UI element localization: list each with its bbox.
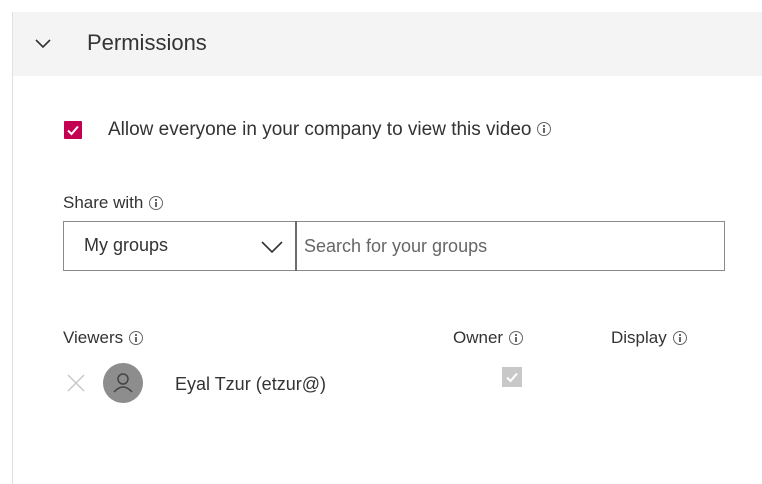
viewers-header: Viewers xyxy=(63,328,144,348)
owner-checkbox xyxy=(502,367,522,387)
allow-everyone-checkbox[interactable] xyxy=(64,121,82,139)
chevron-down-icon[interactable] xyxy=(33,34,53,54)
section-title: Permissions xyxy=(87,30,207,55)
permissions-panel: Permissions Allow everyone in your compa… xyxy=(12,12,762,484)
viewer-name: Eyal Tzur (etzur@) xyxy=(175,374,326,394)
display-label: Display xyxy=(611,328,667,347)
allow-everyone-row: Allow everyone in your company to view t… xyxy=(108,119,552,141)
owner-header: Owner xyxy=(453,328,524,348)
avatar xyxy=(103,363,143,403)
close-icon[interactable] xyxy=(66,373,86,393)
info-icon[interactable] xyxy=(149,195,164,210)
allow-everyone-label[interactable]: Allow everyone in your company to view t… xyxy=(108,119,531,140)
info-icon[interactable] xyxy=(537,121,552,136)
person-icon xyxy=(113,373,133,393)
info-icon[interactable] xyxy=(672,330,687,345)
info-icon[interactable] xyxy=(129,330,144,345)
share-with-label: Share with xyxy=(63,193,144,212)
input-divider xyxy=(295,221,297,271)
chevron-down-icon xyxy=(260,239,284,255)
group-search-input[interactable] xyxy=(296,221,725,271)
share-with-row: Share with xyxy=(63,193,164,213)
display-header: Display xyxy=(611,328,687,348)
dropdown-selected-value: My groups xyxy=(84,235,169,255)
viewers-label: Viewers xyxy=(63,328,124,347)
owner-label: Owner xyxy=(453,328,504,347)
group-type-dropdown[interactable]: My groups xyxy=(63,221,296,271)
info-icon[interactable] xyxy=(509,330,524,345)
permissions-section-header[interactable]: Permissions xyxy=(13,12,762,76)
